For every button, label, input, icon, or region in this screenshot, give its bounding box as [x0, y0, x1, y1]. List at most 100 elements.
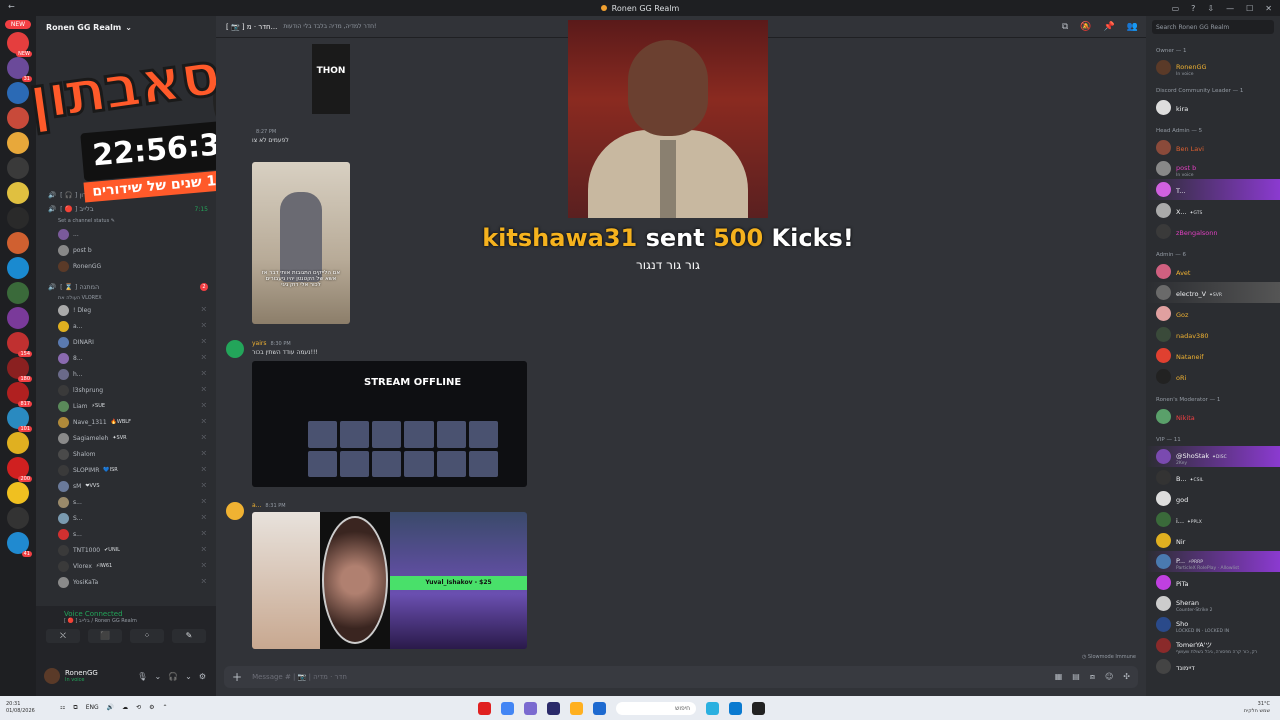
weather-widget[interactable]: 31°C שמש חלקית — [1244, 701, 1270, 715]
server-icon[interactable] — [7, 282, 29, 304]
avatar[interactable] — [44, 668, 60, 684]
settings-icon[interactable]: ⚙ — [149, 704, 154, 712]
voice-user[interactable]: Nave_1311 🔥WBLF ⛌ — [36, 414, 216, 430]
taskbar-app-icon[interactable] — [570, 701, 583, 715]
server-icon[interactable] — [7, 257, 29, 279]
taskbar-app-icon[interactable] — [729, 701, 742, 715]
video-off-button[interactable]: ⛌ — [46, 629, 80, 643]
message-author[interactable]: yairs — [252, 340, 267, 347]
member-item[interactable]: Goz — [1146, 303, 1280, 324]
server-icon[interactable]: 154 — [7, 332, 32, 357]
voice-user[interactable]: TNT1000 ✔UNIL ⛌ — [36, 542, 216, 558]
server-icon[interactable] — [7, 507, 29, 529]
microphone-icon[interactable]: 🎙 — [137, 672, 147, 681]
gift-icon[interactable]: ▦ — [1055, 672, 1063, 682]
server-icon[interactable] — [7, 232, 29, 254]
voice-user[interactable]: S... ⛌ — [36, 510, 216, 526]
server-icon[interactable] — [7, 207, 29, 229]
voice-user[interactable]: l3shprung ⛌ — [36, 382, 216, 398]
pin-icon[interactable]: 📌 — [1104, 22, 1115, 32]
voice-user[interactable]: RonenGG — [36, 258, 216, 274]
language-indicator[interactable]: ENG — [86, 704, 99, 712]
server-icon[interactable] — [7, 307, 29, 329]
volume-icon[interactable]: 🔊 — [107, 704, 114, 712]
voice-user[interactable]: sM ❤VVS ⛌ — [36, 478, 216, 494]
channel-status[interactable]: Set a channel status ✎ — [36, 216, 216, 226]
sticker-icon[interactable]: ⧈ — [1090, 672, 1095, 682]
taskbar-app-icon[interactable] — [547, 701, 560, 715]
voice-user[interactable]: 8... ⛌ — [36, 350, 216, 366]
search-input[interactable]: Search Ronen GG Realm — [1152, 20, 1274, 34]
avatar[interactable] — [226, 340, 244, 358]
voice-user[interactable]: s... ⛌ — [36, 494, 216, 510]
activities-button[interactable]: ⁘ — [130, 629, 164, 643]
message-input[interactable]: Message # | 📷 | חדר · מדיה — [252, 673, 347, 681]
media-image[interactable]: אם הלייקים התגובות אותי דבר אז אשא של הק… — [252, 162, 350, 324]
cloud-icon[interactable]: ☁ — [122, 704, 128, 712]
avatar[interactable] — [226, 502, 244, 520]
message-composer[interactable]: + Message # | 📷 | חדר · מדיה ▦ ▤ ⧈ ☺ ✣ — [224, 666, 1138, 688]
channel-topic[interactable]: חדר למדיה, מדיה בלבד בלי הודעות! — [283, 23, 376, 30]
voice-user[interactable]: ! Dleg ⛌ — [36, 302, 216, 318]
member-item[interactable]: RonenGG In voice — [1146, 57, 1280, 78]
server-icon[interactable]: 41 — [7, 532, 32, 557]
back-arrow-icon[interactable]: ← — [8, 2, 15, 11]
voice-user[interactable]: post b — [36, 242, 216, 258]
emoji-icon[interactable]: ☺ — [1105, 672, 1113, 682]
member-item[interactable]: Nikita — [1146, 406, 1280, 427]
member-item[interactable]: Ben Lavi — [1146, 137, 1280, 158]
member-item[interactable]: nadav380 — [1146, 324, 1280, 345]
voice-user[interactable]: s... ⛌ — [36, 526, 216, 542]
server-icon[interactable]: 180 — [7, 357, 32, 382]
taskbar-search[interactable]: חיפוש — [616, 701, 696, 715]
close-icon[interactable]: ✕ — [1265, 4, 1272, 13]
help-icon[interactable]: ? — [1191, 4, 1195, 13]
taskbar-clock[interactable]: 20:31 01/08/2026 — [0, 701, 60, 715]
voice-user[interactable]: a... ⛌ — [36, 318, 216, 334]
message-author[interactable]: a... — [252, 502, 261, 509]
voice-user[interactable]: Liam ⚡SUE ⛌ — [36, 398, 216, 414]
media-image[interactable]: THON — [312, 44, 350, 114]
voice-user[interactable]: SLOPIMR 💙ISR ⛌ — [36, 462, 216, 478]
server-icon[interactable] — [7, 482, 29, 504]
voice-user[interactable]: h... ⛌ — [36, 366, 216, 382]
taskbar-app-icon[interactable] — [501, 701, 514, 715]
members-icon[interactable]: 👥 — [1127, 22, 1138, 32]
taskbar-app-icon[interactable] — [752, 701, 765, 715]
member-item[interactable]: TomerYA'ツ רק, כור קרה מפסורה, גיבל בשולת … — [1146, 635, 1280, 656]
apps-icon[interactable]: ✣ — [1123, 672, 1130, 682]
member-item[interactable]: oRi — [1146, 366, 1280, 387]
voice-user[interactable]: Sagiameleh ✦SVR ⛌ — [36, 430, 216, 446]
chevron-down-icon[interactable]: ⌄ — [185, 672, 192, 681]
member-item[interactable]: Nir — [1146, 530, 1280, 551]
media-image[interactable]: Yuval_Ishakov - $25 — [252, 512, 527, 649]
voice-user[interactable]: DINARI ⛌ — [36, 334, 216, 350]
threads-icon[interactable]: ⧉ — [1062, 22, 1068, 32]
member-item[interactable]: דיימונד — [1146, 656, 1280, 677]
chevron-up-icon[interactable]: ⌃ — [163, 704, 168, 712]
member-item[interactable]: T... — [1146, 179, 1280, 200]
member-item[interactable]: post b In voice — [1146, 158, 1280, 179]
taskbar-app-icon[interactable] — [593, 701, 606, 715]
task-view-icon[interactable]: ⧉ — [73, 704, 77, 712]
server-icon[interactable]: 200 — [7, 457, 32, 482]
voice-user[interactable]: ... — [36, 226, 216, 242]
chevron-down-icon[interactable]: ⌄ — [154, 672, 161, 681]
headphones-icon[interactable]: 🎧 — [168, 672, 178, 681]
mute-bell-icon[interactable]: 🔕 — [1080, 22, 1091, 32]
media-image[interactable]: STREAM OFFLINE — [252, 361, 527, 487]
member-item[interactable]: zBengalsonn — [1146, 221, 1280, 242]
widgets-icon[interactable]: ⚏ — [60, 704, 65, 712]
download-icon[interactable]: ⇩ — [1207, 4, 1214, 13]
server-icon[interactable]: 101 — [7, 407, 32, 432]
member-item[interactable]: Avet — [1146, 261, 1280, 282]
member-item[interactable]: X... ✦GTS — [1146, 200, 1280, 221]
member-item[interactable]: Sheran Counter-Strike 2 — [1146, 593, 1280, 614]
member-item[interactable]: kira — [1146, 97, 1280, 118]
member-item[interactable]: P... ⚡PRRP ParticleX RolePlay · Allowlist — [1146, 551, 1280, 572]
member-item[interactable]: @ShoStak ✦DISC 2Key — [1146, 446, 1280, 467]
server-icon[interactable]: 817 — [7, 382, 32, 407]
minimize-icon[interactable]: — — [1226, 4, 1234, 13]
member-item[interactable]: electro_V ✦SVR — [1146, 282, 1280, 303]
channel-item[interactable]: 🔊[ 🔴 ] בלייב 7:15 — [36, 202, 216, 216]
